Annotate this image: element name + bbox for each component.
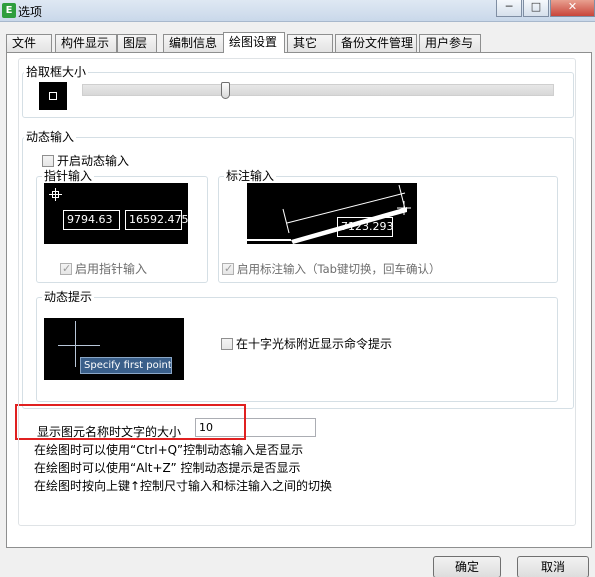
- close-icon[interactable]: ✕: [550, 0, 595, 17]
- cancel-button[interactable]: 取消: [517, 556, 589, 577]
- settings-frame: [18, 58, 576, 526]
- tab-other[interactable]: 其它: [287, 34, 333, 52]
- ok-button[interactable]: 确定: [433, 556, 501, 577]
- tab-layers[interactable]: 图层: [117, 34, 157, 52]
- tab-file[interactable]: 文件: [6, 34, 52, 52]
- minimize-icon[interactable]: ─: [496, 0, 522, 17]
- tab-info[interactable]: 编制信息: [163, 34, 225, 52]
- tab-bar: 文件 构件显示 图层 编制信息 绘图设置 其它 备份文件管理 用户参与: [6, 32, 592, 53]
- app-icon: E: [2, 3, 16, 18]
- window-title: 选项: [18, 5, 43, 19]
- tab-user-participation[interactable]: 用户参与: [419, 34, 481, 52]
- tab-component-display[interactable]: 构件显示: [55, 34, 117, 52]
- maximize-icon[interactable]: □: [523, 0, 549, 17]
- tab-backup[interactable]: 备份文件管理: [335, 34, 417, 52]
- tab-drawing-settings[interactable]: 绘图设置: [223, 32, 285, 53]
